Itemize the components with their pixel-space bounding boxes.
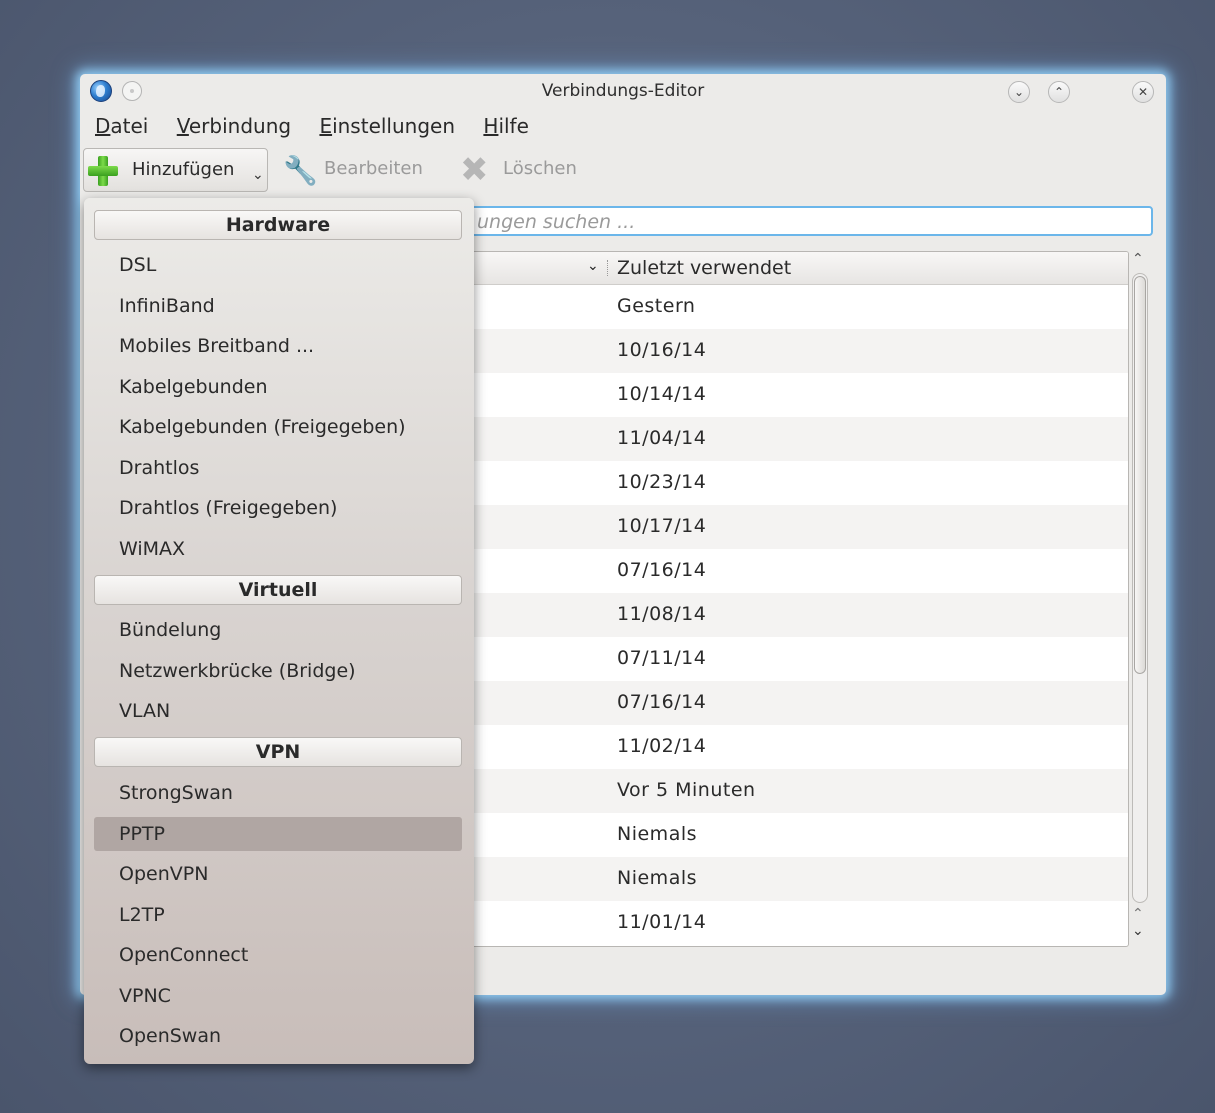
cell-last-used: 07/11/14 — [617, 647, 707, 669]
menu-hilfe[interactable]: Hilfe — [483, 114, 529, 138]
menu-item-wired-shared[interactable]: Kabelgebunden (Freigegeben) — [94, 410, 462, 444]
menu-item-dsl[interactable]: DSL — [94, 248, 462, 282]
section-virtuell: Virtuell — [94, 575, 462, 605]
menu-item-bonding[interactable]: Bündelung — [94, 613, 462, 647]
scroll-thumb[interactable] — [1134, 276, 1146, 674]
menu-item-openswan[interactable]: OpenSwan — [94, 1019, 462, 1053]
plus-icon — [87, 155, 119, 187]
menu-einstellungen[interactable]: Einstellungen — [319, 114, 455, 138]
scroll-up-small-icon[interactable]: ⌃ — [1132, 906, 1144, 922]
cell-last-used: 11/08/14 — [617, 603, 707, 625]
menu-item-wireless[interactable]: Drahtlos — [94, 451, 462, 485]
delete-button[interactable]: ✖ Löschen — [458, 148, 608, 192]
add-connection-dropdown: Hardware DSL InfiniBand Mobiles Breitban… — [84, 198, 474, 1064]
menu-item-pptp[interactable]: PPTP — [94, 817, 462, 851]
menu-item-bridge[interactable]: Netzwerkbrücke (Bridge) — [94, 654, 462, 688]
cell-last-used: Niemals — [617, 823, 698, 845]
edit-button[interactable]: 🔧 Bearbeiten — [279, 148, 439, 192]
menu-datei[interactable]: Datei — [95, 114, 148, 138]
menu-item-vpnc[interactable]: VPNC — [94, 979, 462, 1013]
cell-last-used: 10/16/14 — [617, 339, 707, 361]
cell-last-used: Niemals — [617, 867, 698, 889]
cell-last-used: Gestern — [617, 295, 696, 317]
menu-verbindung[interactable]: Verbindung — [177, 114, 291, 138]
menu-item-l2tp[interactable]: L2TP — [94, 898, 462, 932]
chevron-down-icon[interactable]: ⌄ — [252, 167, 264, 183]
scroll-down-icon[interactable]: ⌄ — [1132, 923, 1144, 939]
delete-button-label: Löschen — [503, 158, 577, 179]
window-title: Verbindungs-Editor — [541, 81, 705, 101]
cell-last-used: 11/01/14 — [617, 911, 707, 933]
cell-last-used: 10/17/14 — [617, 515, 707, 537]
add-button-label: Hinzufügen — [132, 159, 235, 180]
scroll-track[interactable] — [1132, 273, 1148, 903]
menu-item-openconnect[interactable]: OpenConnect — [94, 938, 462, 972]
menu-item-vlan[interactable]: VLAN — [94, 694, 462, 728]
wrench-icon: 🔧 — [283, 154, 318, 187]
cell-last-used: 10/23/14 — [617, 471, 707, 493]
cell-last-used: 11/04/14 — [617, 427, 707, 449]
column-separator[interactable] — [607, 260, 610, 276]
maximize-button[interactable]: ⌃ — [1048, 81, 1070, 103]
cell-last-used: 10/14/14 — [617, 383, 707, 405]
cell-last-used: 07/16/14 — [617, 691, 707, 713]
menu-item-wired[interactable]: Kabelgebunden — [94, 370, 462, 404]
column-header-last-used[interactable]: Zuletzt verwendet — [617, 257, 791, 279]
menu-item-wireless-shared[interactable]: Drahtlos (Freigegeben) — [94, 491, 462, 525]
add-button[interactable]: Hinzufügen ⌄ — [83, 148, 268, 192]
menu-item-infiniband[interactable]: InfiniBand — [94, 289, 462, 323]
menubar: Datei Verbindung Einstellungen Hilfe — [95, 114, 551, 144]
edit-button-label: Bearbeiten — [324, 158, 423, 179]
menu-item-mobile-broadband[interactable]: Mobiles Breitband ... — [94, 329, 462, 363]
scroll-up-icon[interactable]: ⌃ — [1132, 251, 1144, 267]
minimize-button[interactable]: ⌄ — [1008, 81, 1030, 103]
cell-last-used: Vor 5 Minuten — [617, 779, 756, 801]
search-placeholder: ungen suchen ... — [477, 211, 636, 233]
section-vpn: VPN — [94, 737, 462, 767]
x-icon: ✖ — [460, 150, 489, 190]
menu-item-openvpn[interactable]: OpenVPN — [94, 857, 462, 891]
titlebar[interactable]: Verbindungs-Editor ⌄ ⌃ ✕ — [80, 74, 1166, 108]
close-button[interactable]: ✕ — [1132, 81, 1154, 103]
cell-last-used: 11/02/14 — [617, 735, 707, 757]
sort-chevron-icon[interactable]: ⌄ — [587, 258, 599, 274]
cell-last-used: 07/16/14 — [617, 559, 707, 581]
vertical-scrollbar[interactable]: ⌃ ⌃ ⌄ — [1127, 251, 1153, 945]
menu-item-strongswan[interactable]: StrongSwan — [94, 776, 462, 810]
section-hardware: Hardware — [94, 210, 462, 240]
menu-item-wimax[interactable]: WiMAX — [94, 532, 462, 566]
